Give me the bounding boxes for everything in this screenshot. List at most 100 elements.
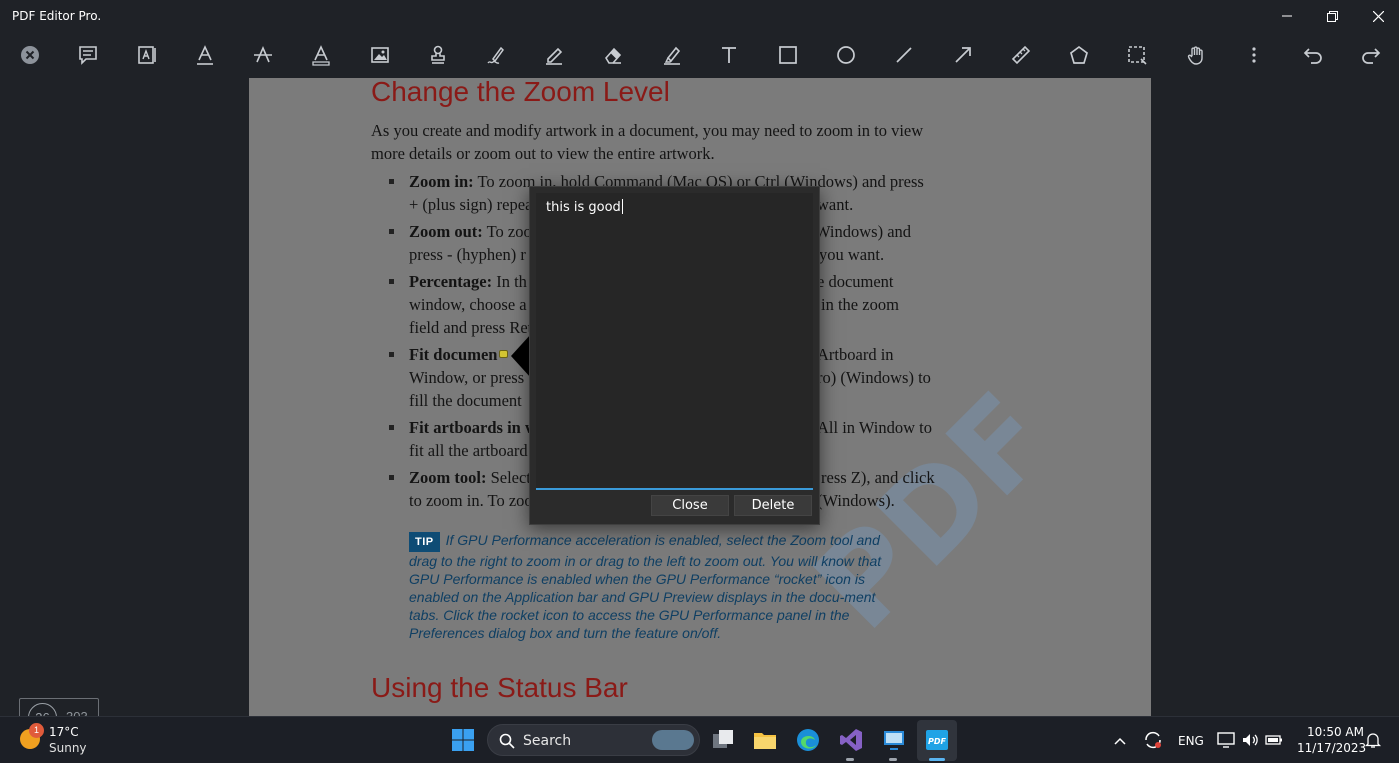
pen-icon	[546, 47, 563, 65]
eraser-tool[interactable]	[597, 40, 629, 70]
more-options-button[interactable]	[1238, 40, 1270, 70]
start-icon[interactable]	[450, 727, 476, 753]
taskbar-search[interactable]: Search	[487, 724, 700, 756]
clock-date[interactable]: 11/17/2023	[1297, 741, 1366, 755]
weather-condition[interactable]: Sunny	[49, 741, 87, 755]
weather-notification-badge: 1	[29, 723, 44, 738]
measure-tool[interactable]	[1005, 40, 1037, 70]
select-area-icon	[1128, 46, 1147, 65]
comment-popup: this is good Close Delete	[529, 186, 820, 525]
comment-marker-icon[interactable]	[499, 350, 508, 358]
delete-comment-button[interactable]: Delete	[734, 495, 812, 516]
minimize-button[interactable]	[1264, 0, 1310, 32]
undo-icon	[1303, 48, 1322, 64]
active-indicator	[929, 758, 945, 761]
image-tool[interactable]	[364, 40, 396, 70]
comment-icon	[79, 46, 97, 65]
task-view-icon[interactable]	[710, 727, 736, 753]
language-indicator[interactable]: ENG	[1178, 734, 1204, 748]
running-indicator	[846, 758, 854, 761]
bullet-text: All in Window to	[817, 418, 932, 437]
pen-tool[interactable]	[538, 40, 570, 70]
highlighter-tool[interactable]	[656, 40, 688, 70]
underline-tool[interactable]	[189, 40, 221, 70]
insert-text-icon	[138, 46, 156, 64]
bullet-text: fill the document	[409, 391, 522, 410]
close-icon	[1372, 10, 1384, 22]
bullet-text: ress Z), and click	[821, 468, 935, 487]
polygon-icon	[1070, 45, 1088, 64]
comment-textarea[interactable]: this is good	[536, 193, 813, 490]
signature-icon	[487, 46, 504, 64]
ellipse-tool[interactable]	[830, 40, 862, 70]
tip-text: If GPU Performance acceleration is enabl…	[409, 532, 882, 641]
signature-tool[interactable]	[480, 40, 512, 70]
close-popup-button[interactable]: Close	[651, 495, 729, 516]
app-title: PDF Editor Pro.	[12, 9, 102, 23]
stamp-tool[interactable]	[422, 40, 454, 70]
notification-bell-icon[interactable]	[1364, 731, 1382, 749]
polygon-tool[interactable]	[1063, 40, 1095, 70]
close-tool-button[interactable]	[14, 40, 46, 70]
search-placeholder: Search	[523, 733, 572, 749]
visual-studio-icon[interactable]	[838, 727, 864, 753]
popup-pointer	[511, 334, 531, 378]
clock-time[interactable]: 10:50 AM	[1307, 725, 1364, 739]
bullet-label: Fit artboards in w	[409, 418, 537, 437]
arrow-tool[interactable]	[947, 40, 979, 70]
svg-text:PDF: PDF	[928, 737, 947, 746]
bullet-text: press - (hyphen) r	[409, 245, 526, 264]
insert-text-tool[interactable]	[131, 40, 163, 70]
bullet-text: you want.	[819, 245, 885, 264]
tip-box: TIP If GPU Performance acceleration is en…	[409, 531, 909, 642]
bullet-label: Zoom tool:	[409, 468, 487, 487]
rectangle-tool[interactable]	[772, 40, 804, 70]
select-area-tool[interactable]	[1121, 40, 1153, 70]
hand-tool[interactable]	[1180, 40, 1212, 70]
bullet-label: Percentage:	[409, 272, 493, 291]
restore-icon	[1326, 10, 1338, 22]
pdf-editor-app-icon[interactable]: PDF	[924, 727, 950, 753]
weather-temperature[interactable]: 17°C	[49, 725, 79, 739]
network-icon[interactable]	[1216, 730, 1236, 750]
bullet-text: Select	[486, 468, 531, 487]
undo-button[interactable]	[1297, 40, 1329, 70]
redo-button[interactable]	[1355, 40, 1387, 70]
remote-desktop-icon[interactable]	[881, 727, 907, 753]
bullet-text: to zoom in. To zoo	[409, 491, 533, 510]
rectangle-icon	[779, 46, 797, 64]
volume-icon[interactable]	[1240, 730, 1260, 750]
edge-browser-icon[interactable]	[795, 727, 821, 753]
bullet-text: want.	[817, 195, 854, 214]
line-tool[interactable]	[888, 40, 920, 70]
highlight-text-tool[interactable]	[305, 40, 337, 70]
comment-tool[interactable]	[72, 40, 104, 70]
bullet-text: e document	[817, 272, 894, 291]
text-box-tool[interactable]	[713, 40, 745, 70]
close-window-button[interactable]	[1355, 0, 1399, 32]
bullet-text: To zoo	[482, 222, 532, 241]
pdf-editor-window: PDF Editor Pro. PDF Change the Zoom Leve…	[0, 0, 1399, 740]
bullet-text: ro) (Windows) to	[817, 368, 931, 387]
measure-icon	[1011, 45, 1031, 65]
chevron-up-icon[interactable]	[1110, 731, 1130, 751]
image-icon	[371, 47, 389, 63]
title-bar: PDF Editor Pro.	[0, 0, 1399, 32]
strikethrough-tool[interactable]	[247, 40, 279, 70]
tip-badge: TIP	[409, 532, 440, 552]
search-icon	[499, 733, 515, 749]
bullet-label: Zoom out:	[409, 222, 483, 241]
battery-icon[interactable]	[1264, 730, 1284, 750]
sync-icon[interactable]	[1142, 729, 1164, 751]
search-highlight-image	[652, 730, 694, 750]
file-explorer-icon[interactable]	[752, 727, 778, 753]
intro-paragraph: As you create and modify artwork in a do…	[371, 121, 924, 163]
restore-button[interactable]	[1309, 0, 1355, 32]
line-icon	[896, 47, 912, 63]
arrow-icon	[955, 47, 971, 63]
bullet-text: (Windows).	[817, 491, 895, 510]
bullet-text: Artboard in	[817, 345, 894, 364]
text-caret	[621, 199, 623, 214]
hand-icon	[1187, 46, 1203, 65]
ellipse-icon	[837, 46, 855, 64]
